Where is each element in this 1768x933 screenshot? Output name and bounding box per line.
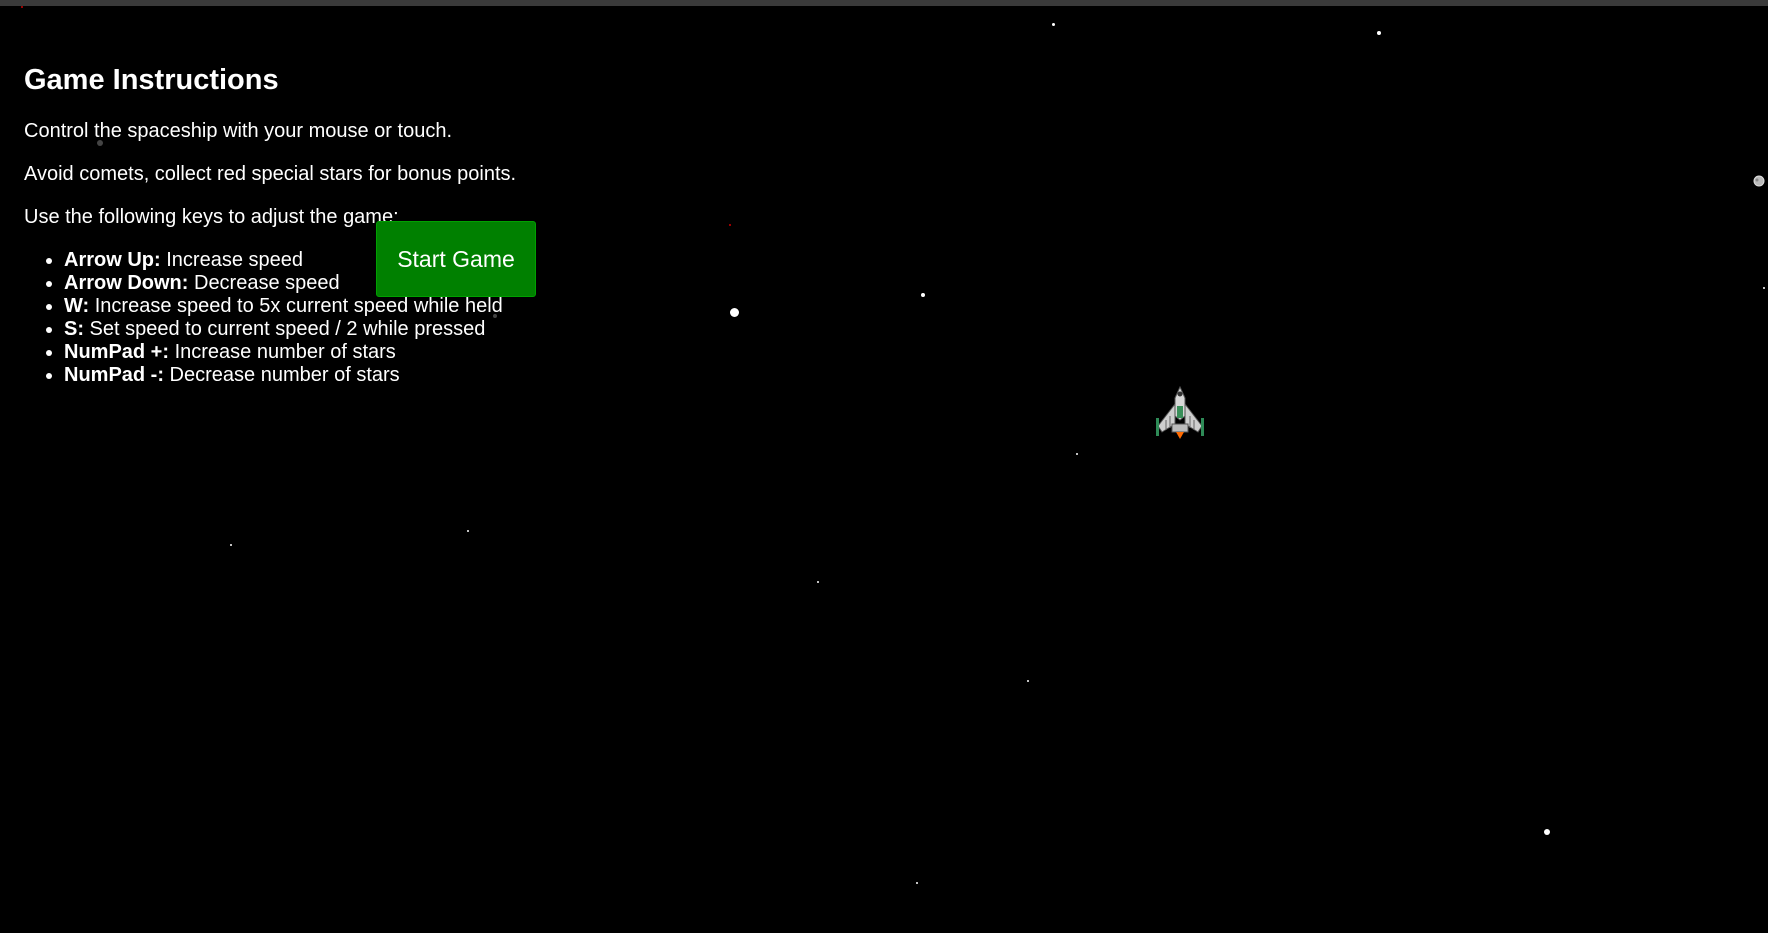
key-description: Increase speed (160, 249, 303, 271)
star (1544, 829, 1550, 835)
star (467, 530, 469, 532)
star (1027, 680, 1029, 682)
instruction-line-goal: Avoid comets, collect red special stars … (24, 163, 517, 185)
star (817, 581, 819, 583)
star (1052, 23, 1055, 26)
key-description: Decrease number of stars (164, 364, 400, 386)
key-binding-item: NumPad +: Increase number of stars (64, 341, 544, 364)
star (1763, 287, 1765, 289)
key-name: NumPad -: (64, 364, 164, 386)
star (921, 293, 925, 297)
start-game-button[interactable]: Start Game (376, 221, 536, 297)
key-description: Increase speed to 5x current speed while… (89, 295, 503, 317)
instructions-panel: Game Instructions Control the spaceship … (24, 46, 544, 387)
key-description: Increase number of stars (169, 341, 396, 363)
instruction-line-controls: Control the spaceship with your mouse or… (24, 120, 452, 142)
star (730, 308, 739, 317)
key-name: W: (64, 295, 90, 317)
special-star (21, 6, 23, 8)
special-star (729, 224, 731, 226)
key-binding-item: NumPad -: Decrease number of stars (64, 364, 544, 387)
star (1076, 453, 1078, 455)
spaceship-icon[interactable] (1154, 386, 1206, 440)
star (1377, 31, 1381, 35)
key-binding-item: S: Set speed to current speed / 2 while … (64, 318, 544, 341)
key-name: NumPad +: (64, 341, 170, 363)
instructions-title: Game Instructions (24, 64, 279, 96)
comet-icon (1753, 175, 1765, 187)
star (230, 544, 232, 546)
key-description: Set speed to current speed / 2 while pre… (84, 318, 486, 340)
key-binding-item: W: Increase speed to 5x current speed wh… (64, 295, 544, 318)
key-name: S: (64, 318, 84, 340)
key-name: Arrow Down: (64, 272, 189, 294)
key-description: Decrease speed (188, 272, 340, 294)
star (916, 882, 918, 884)
key-name: Arrow Up: (64, 249, 161, 271)
